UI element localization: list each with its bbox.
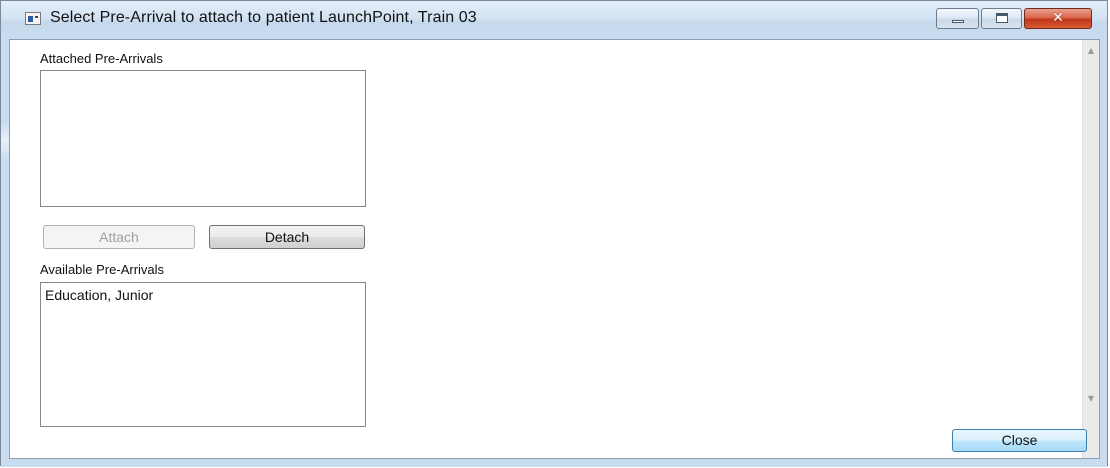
vertical-scrollbar[interactable]: ▲ ▼ <box>1082 40 1099 458</box>
detach-button[interactable]: Detach <box>209 225 365 249</box>
title-bar[interactable]: Select Pre-Arrival to attach to patient … <box>1 1 1107 39</box>
dialog-content: Attached Pre-Arrivals Attach Detach Avai… <box>9 39 1100 459</box>
scroll-down-arrow-icon[interactable]: ▼ <box>1083 390 1099 407</box>
maximize-icon <box>996 13 1008 23</box>
attach-button[interactable]: Attach <box>43 225 195 249</box>
minimize-button[interactable] <box>936 8 979 29</box>
window-bottom-border <box>1 459 1107 467</box>
frame-edge-highlight <box>1 121 9 161</box>
minimize-icon <box>952 20 964 23</box>
close-icon: ✕ <box>1052 10 1064 26</box>
list-item[interactable]: Education, Junior <box>45 287 153 303</box>
attached-pre-arrivals-label: Attached Pre-Arrivals <box>40 51 163 66</box>
available-pre-arrivals-label: Available Pre-Arrivals <box>40 262 165 277</box>
close-button[interactable]: Close <box>952 429 1087 452</box>
available-pre-arrivals-list[interactable]: Education, Junior <box>40 282 366 427</box>
close-window-button[interactable]: ✕ <box>1024 8 1092 29</box>
dialog-window: Select Pre-Arrival to attach to patient … <box>0 0 1108 467</box>
scroll-up-arrow-icon[interactable]: ▲ <box>1083 42 1099 59</box>
window-title: Select Pre-Arrival to attach to patient … <box>50 9 477 26</box>
maximize-button[interactable] <box>981 8 1022 29</box>
attached-pre-arrivals-list[interactable] <box>40 70 366 207</box>
application-icon[interactable] <box>25 12 41 25</box>
